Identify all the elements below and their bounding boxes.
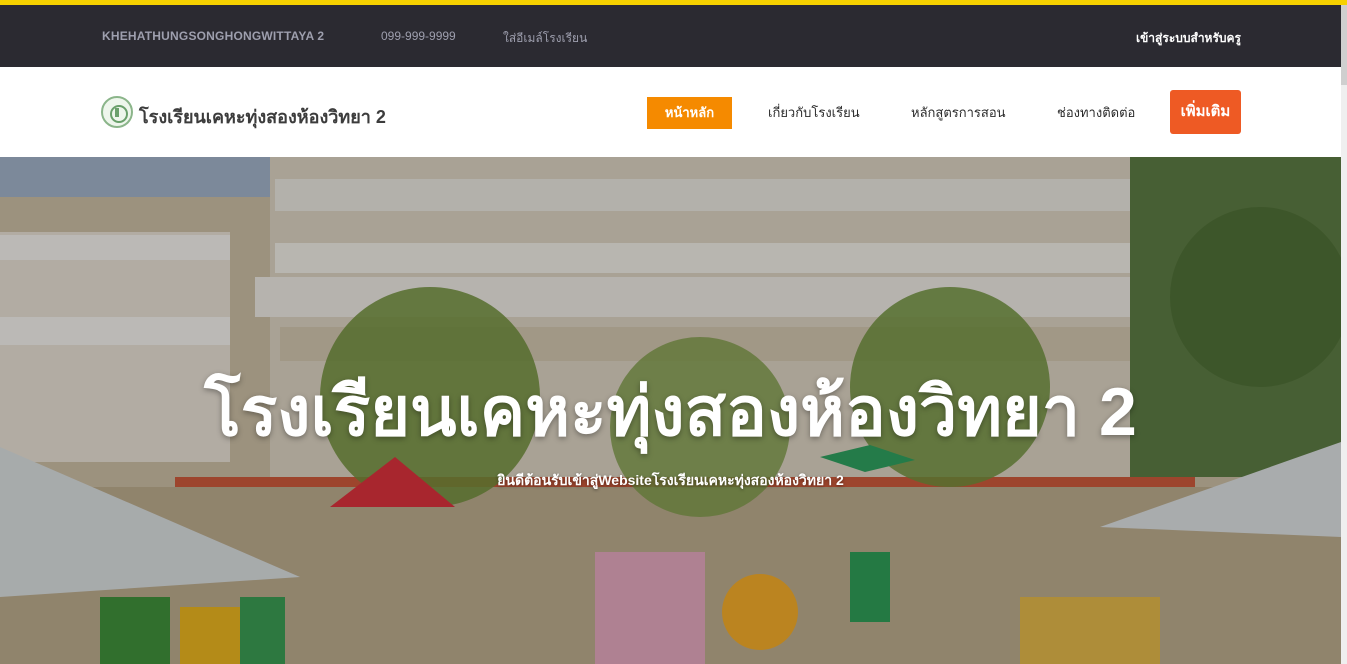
topbar-email[interactable]: ใส่อีเมล์โรงเรียน (503, 29, 587, 48)
top-info-bar: KHEHATHUNGSONGHONGWITTAYA 2 099-999-9999… (0, 5, 1341, 67)
nav-about-school[interactable]: เกี่ยวกับโรงเรียน (768, 97, 860, 129)
nav-contact[interactable]: ช่องทางติดต่อ (1057, 97, 1135, 129)
hero-title: โรงเรียนเคหะทุ่งสองห้องวิทยา 2 (204, 374, 1137, 450)
main-navbar: โรงเรียนเคหะทุ่งสองห้องวิทยา 2 หน้าหลัก … (0, 67, 1341, 157)
school-logo-icon[interactable] (101, 96, 133, 128)
site-logo-text[interactable]: โรงเรียนเคหะทุ่งสองห้องวิทยา 2 (139, 102, 386, 131)
hero-banner: โรงเรียนเคหะทุ่งสองห้องวิทยา 2 ยินดีต้อน… (0, 157, 1341, 664)
nav-curriculum[interactable]: หลักสูตรการสอน (911, 97, 1006, 129)
nav-home[interactable]: หน้าหลัก (647, 97, 732, 129)
hero-subtitle: ยินดีต้อนรับเข้าสู่Websiteโรงเรียนเคหะทุ… (497, 472, 844, 488)
more-button[interactable]: เพิ่มเติม (1170, 90, 1241, 134)
scrollbar-thumb[interactable] (1341, 5, 1347, 85)
topbar-phone[interactable]: 099-999-9999 (381, 29, 456, 43)
topbar-school-name: KHEHATHUNGSONGHONGWITTAYA 2 (102, 29, 325, 43)
page-scrollbar[interactable] (1341, 5, 1347, 664)
teacher-login-link[interactable]: เข้าสู่ระบบสำหรับครู (1136, 29, 1241, 48)
